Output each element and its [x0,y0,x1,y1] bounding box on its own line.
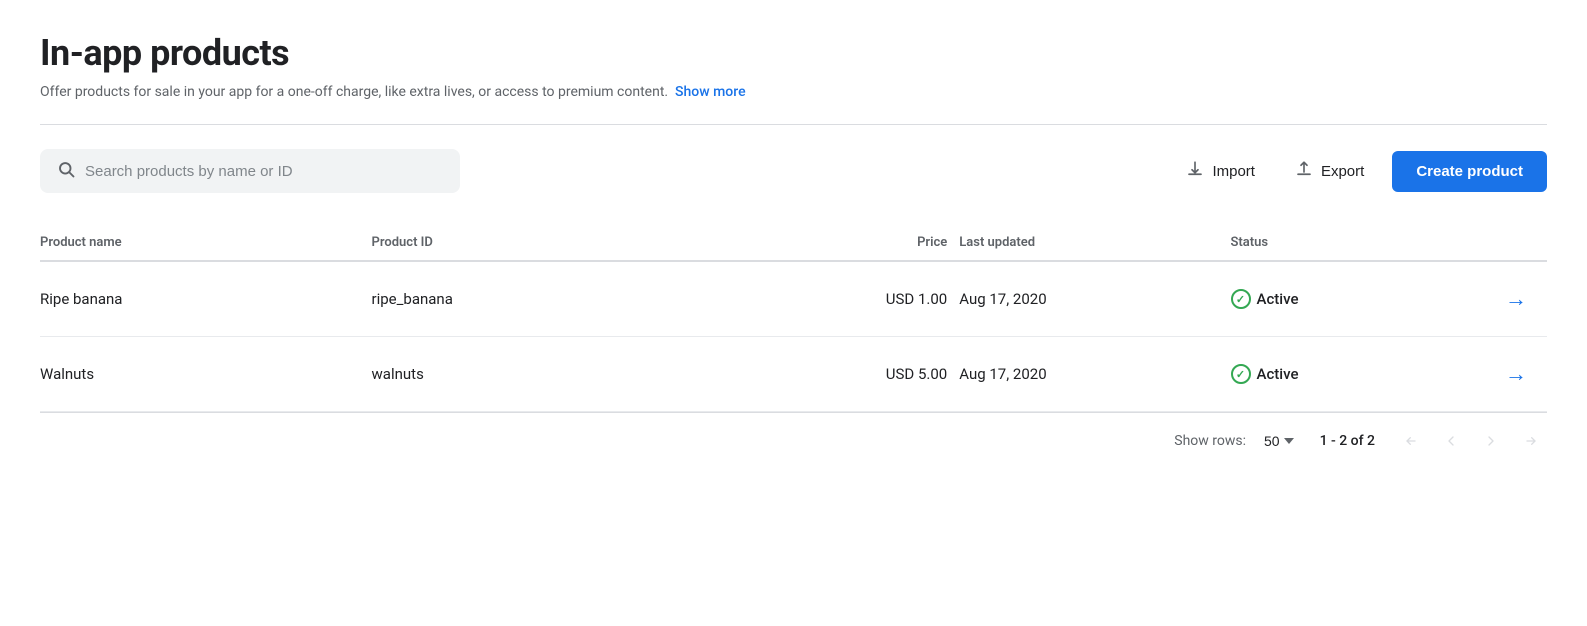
product-id: ripe_banana [372,261,749,337]
col-header-id: Product ID [372,225,749,261]
col-header-name: Product name [40,225,372,261]
show-rows-label: Show rows: [1174,433,1246,449]
import-button[interactable]: Import [1174,152,1267,190]
export-icon [1295,160,1313,182]
prev-page-button[interactable] [1435,429,1467,453]
col-header-arrow [1472,225,1547,261]
col-header-status: Status [1231,225,1472,261]
product-status: Active [1231,337,1472,412]
subtitle-text: Offer products for sale in your app for … [40,84,668,100]
export-button[interactable]: Export [1283,152,1376,190]
status-badge: Active [1231,364,1299,384]
first-page-button[interactable] [1395,429,1427,453]
product-updated: Aug 17, 2020 [959,337,1230,412]
product-status: Active [1231,261,1472,337]
product-row-arrow-button[interactable]: → [1497,282,1535,316]
rows-per-page-value: 50 [1264,433,1280,449]
page-title: In-app products [40,32,1547,74]
table-row: Ripe banana ripe_banana USD 1.00 Aug 17,… [40,261,1547,337]
product-row-arrow-cell: → [1472,337,1547,412]
products-table: Product name Product ID Price Last updat… [40,225,1547,412]
status-badge: Active [1231,289,1299,309]
table-row: Walnuts walnuts USD 5.00 Aug 17, 2020 Ac… [40,337,1547,412]
page-range: 1 - 2 of 2 [1320,433,1375,449]
product-name: Walnuts [40,337,372,412]
product-row-arrow-cell: → [1472,261,1547,337]
status-label: Active [1257,290,1299,308]
pagination-bar: Show rows: 50 1 - 2 of 2 [40,412,1547,457]
status-label: Active [1257,365,1299,383]
search-box [40,149,460,193]
header-divider [40,124,1547,125]
chevron-down-icon [1284,438,1294,444]
col-header-updated: Last updated [959,225,1230,261]
import-icon [1186,160,1204,182]
product-price: USD 5.00 [748,337,959,412]
toolbar: Import Export Create product [40,149,1547,193]
export-label: Export [1321,163,1364,180]
import-label: Import [1212,163,1255,180]
product-id: walnuts [372,337,749,412]
rows-per-page-selector[interactable]: 50 [1258,429,1300,453]
search-icon [57,160,75,182]
product-name: Ripe banana [40,261,372,337]
active-check-icon [1231,364,1251,384]
last-page-button[interactable] [1515,429,1547,453]
col-header-price: Price [748,225,959,261]
page-subtitle: Offer products for sale in your app for … [40,84,1547,100]
product-updated: Aug 17, 2020 [959,261,1230,337]
next-page-button[interactable] [1475,429,1507,453]
search-input[interactable] [85,163,443,180]
table-header-row: Product name Product ID Price Last updat… [40,225,1547,261]
product-row-arrow-button[interactable]: → [1497,357,1535,391]
product-price: USD 1.00 [748,261,959,337]
active-check-icon [1231,289,1251,309]
show-more-link[interactable]: Show more [675,84,746,100]
create-product-button[interactable]: Create product [1392,151,1547,192]
